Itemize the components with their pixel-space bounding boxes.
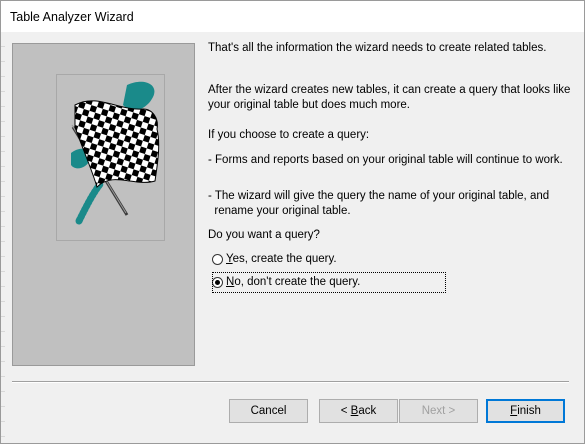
background-edge bbox=[1, 32, 5, 443]
bullet-forms-reports: - Forms and reports based on your origin… bbox=[208, 154, 563, 166]
description-line-2: your original table but does much more. bbox=[208, 99, 410, 111]
yes-create-query-option[interactable]: Yes, create the query. bbox=[212, 251, 337, 267]
next-button[interactable]: Next > bbox=[399, 399, 478, 423]
query-choice-heading: If you choose to create a query: bbox=[208, 129, 370, 141]
no-option-label[interactable]: No, don't create the query. bbox=[226, 276, 360, 288]
back-button[interactable]: < Back bbox=[319, 399, 398, 423]
checkered-flag-icon bbox=[56, 74, 165, 241]
finish-button[interactable]: Finish bbox=[486, 399, 565, 423]
cancel-button[interactable]: Cancel bbox=[229, 399, 308, 423]
title-bar[interactable]: Table Analyzer Wizard bbox=[1, 1, 584, 32]
description-line-1: After the wizard creates new tables, it … bbox=[208, 84, 571, 96]
no-radio-button[interactable] bbox=[212, 276, 223, 288]
bullet-query-name-line-2: rename your original table. bbox=[208, 205, 351, 217]
no-create-query-option[interactable]: No, don't create the query. bbox=[212, 274, 360, 290]
window-title: Table Analyzer Wizard bbox=[10, 10, 134, 24]
wizard-window: Table Analyzer Wizard That's all the inf… bbox=[0, 0, 585, 444]
yes-option-label[interactable]: Yes, create the query. bbox=[226, 253, 337, 265]
bullet-query-name-line-1: - The wizard will give the query the nam… bbox=[208, 190, 550, 202]
query-question: Do you want a query? bbox=[208, 229, 320, 241]
intro-text: That's all the information the wizard ne… bbox=[208, 42, 547, 54]
wizard-picture-panel bbox=[12, 43, 195, 366]
yes-radio-button[interactable] bbox=[212, 253, 223, 265]
button-separator bbox=[12, 381, 569, 383]
